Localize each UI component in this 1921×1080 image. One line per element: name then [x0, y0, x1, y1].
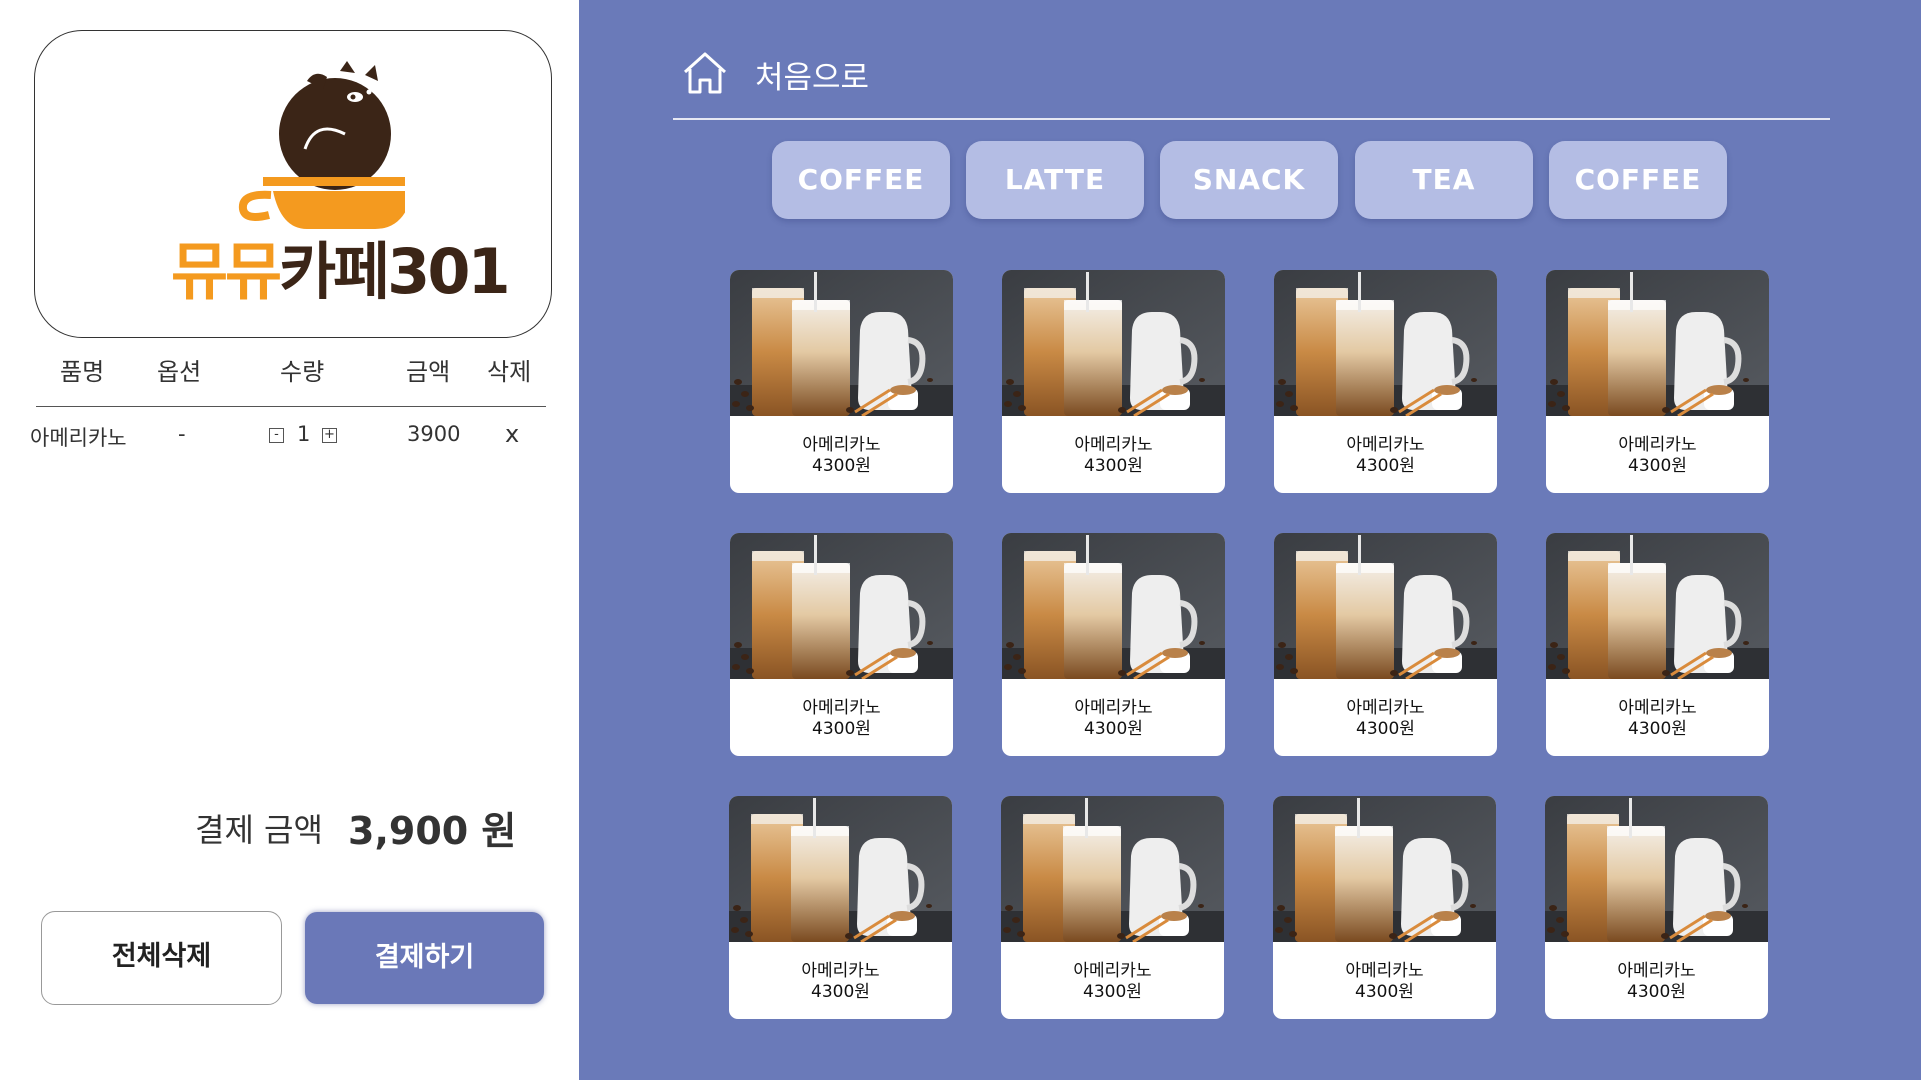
drink-image	[1002, 533, 1225, 679]
menu-item-price: 4300원	[1084, 719, 1143, 739]
tab-coffee[interactable]: COFFEE	[772, 141, 950, 219]
menu-item-price: 4300원	[1355, 982, 1414, 1002]
home-icon[interactable]	[681, 50, 729, 96]
menu-item[interactable]: 아메리카노 4300원	[1546, 270, 1769, 493]
header-name: 품명	[60, 358, 105, 386]
item-name: 아메리카노	[30, 426, 127, 450]
logo-box: 뮤뮤카페301	[34, 30, 552, 338]
menu-item[interactable]: 아메리카노 4300원	[1545, 796, 1768, 1019]
total-value: 3,900 원	[348, 809, 517, 853]
cart-panel: 뮤뮤카페301 품명 옵션 수량 금액 삭제 아메리카노 - - 1 + 390…	[0, 0, 579, 1080]
menu-item-price: 4300원	[1084, 456, 1143, 476]
home-link[interactable]: 처음으로	[755, 52, 869, 97]
menu-item[interactable]: 아메리카노 4300원	[1002, 533, 1225, 756]
cafe-logo-icon	[238, 61, 405, 229]
drink-image	[1546, 270, 1769, 416]
drink-image	[1274, 270, 1497, 416]
pay-button[interactable]: 결제하기	[305, 912, 544, 1004]
menu-item-price: 4300원	[812, 719, 871, 739]
drink-image	[1274, 533, 1497, 679]
menu-item[interactable]: 아메리카노 4300원	[1274, 533, 1497, 756]
menu-item[interactable]: 아메리카노 4300원	[730, 270, 953, 493]
menu-item[interactable]: 아메리카노 4300원	[729, 796, 952, 1019]
tab-snack[interactable]: SNACK	[1160, 141, 1338, 219]
qty-minus-button[interactable]: -	[269, 428, 284, 443]
drink-image	[730, 270, 953, 416]
drink-image	[1001, 796, 1224, 942]
tab-coffee-2[interactable]: COFFEE	[1549, 141, 1727, 219]
drink-image	[1273, 796, 1496, 942]
menu-item-price: 4300원	[1628, 456, 1687, 476]
item-option: -	[178, 422, 186, 446]
header-price: 금액	[406, 358, 451, 386]
drink-image	[1002, 270, 1225, 416]
item-delete-button[interactable]: x	[505, 420, 519, 448]
item-price: 3900	[407, 422, 461, 446]
drink-image	[729, 796, 952, 942]
menu-item-price: 4300원	[1083, 982, 1142, 1002]
menu-item[interactable]: 아메리카노 4300원	[1001, 796, 1224, 1019]
menu-item[interactable]: 아메리카노 4300원	[1002, 270, 1225, 493]
menu-item-price: 4300원	[1356, 719, 1415, 739]
tab-latte[interactable]: LATTE	[966, 141, 1144, 219]
header-option: 옵션	[157, 358, 202, 386]
menu-item[interactable]: 아메리카노 4300원	[730, 533, 953, 756]
menu-item-price: 4300원	[812, 456, 871, 476]
menu-item-price: 4300원	[811, 982, 870, 1002]
drink-image	[1546, 533, 1769, 679]
menu-item[interactable]: 아메리카노 4300원	[1273, 796, 1496, 1019]
menu-item-price: 4300원	[1628, 719, 1687, 739]
clear-all-button[interactable]: 전체삭제	[41, 911, 282, 1005]
item-qty: 1	[297, 422, 311, 446]
menu-item-price: 4300원	[1627, 982, 1686, 1002]
header-qty: 수량	[280, 358, 325, 386]
qty-plus-button[interactable]: +	[322, 428, 337, 443]
cafe-name: 뮤뮤카페301	[171, 235, 511, 308]
tab-tea[interactable]: TEA	[1355, 141, 1533, 219]
header-delete: 삭제	[487, 358, 532, 386]
menu-item[interactable]: 아메리카노 4300원	[1546, 533, 1769, 756]
drink-image	[730, 533, 953, 679]
cart-divider	[36, 406, 546, 407]
total-label: 결제 금액	[195, 811, 323, 849]
menu-item[interactable]: 아메리카노 4300원	[1274, 270, 1497, 493]
header-divider	[673, 118, 1830, 120]
menu-item-price: 4300원	[1356, 456, 1415, 476]
drink-image	[1545, 796, 1768, 942]
